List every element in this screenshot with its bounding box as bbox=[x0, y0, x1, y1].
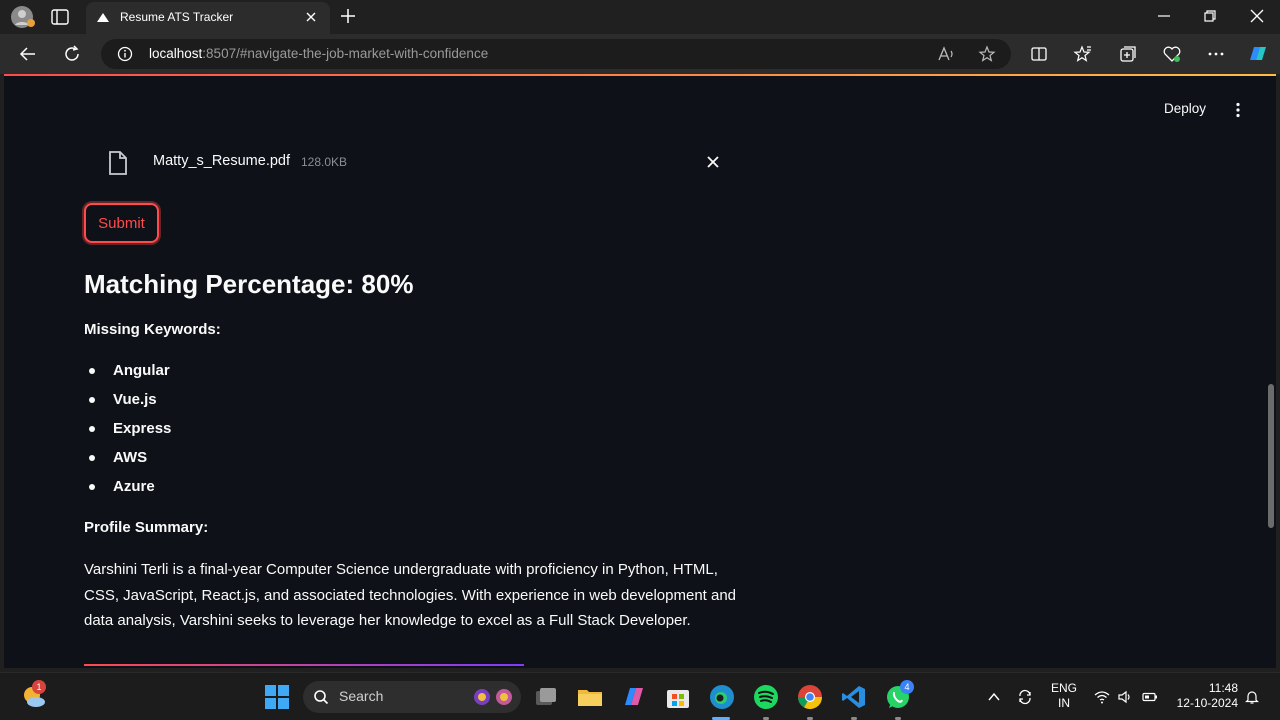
browser-essentials-icon[interactable] bbox=[1162, 44, 1182, 64]
microsoft-store-icon[interactable] bbox=[664, 683, 692, 711]
search-highlight-icon bbox=[474, 689, 512, 705]
profile-summary-label: Profile Summary: bbox=[84, 519, 209, 536]
taskbar-search[interactable]: Search bbox=[303, 681, 521, 713]
url-host: localhost bbox=[149, 46, 203, 61]
uploaded-file-size: 128.0KB bbox=[301, 155, 348, 169]
minimize-icon[interactable] bbox=[1156, 8, 1172, 24]
wifi-icon[interactable] bbox=[1094, 689, 1110, 705]
file-explorer-icon[interactable] bbox=[576, 683, 604, 711]
uploaded-file-name: Matty_s_Resume.pdf bbox=[153, 153, 291, 169]
favorites-icon[interactable] bbox=[1073, 44, 1093, 64]
clock[interactable]: 11:48 12-10-2024 bbox=[1170, 681, 1238, 711]
list-item: Vue.js bbox=[84, 388, 171, 417]
volume-icon[interactable] bbox=[1117, 689, 1133, 705]
missing-keywords-label: Missing Keywords: bbox=[84, 321, 221, 338]
browser-tab-active[interactable]: Resume ATS Tracker bbox=[86, 2, 330, 34]
site-info-icon[interactable] bbox=[117, 46, 133, 62]
browser-titlebar: Resume ATS Tracker bbox=[0, 0, 1280, 34]
language-secondary: IN bbox=[1058, 696, 1070, 710]
streamlit-favicon-icon bbox=[97, 13, 109, 22]
list-item: AWS bbox=[84, 446, 171, 475]
vscode-icon[interactable] bbox=[840, 683, 868, 711]
main-menu-icon[interactable] bbox=[1230, 102, 1246, 118]
remove-file-icon[interactable] bbox=[705, 154, 721, 170]
notification-bell-icon[interactable] bbox=[1244, 689, 1260, 705]
clock-date: 12-10-2024 bbox=[1176, 696, 1238, 710]
more-options-icon[interactable] bbox=[1206, 44, 1226, 64]
browser-navbar: localhost:8507/#navigate-the-job-market-… bbox=[0, 34, 1280, 74]
battery-icon[interactable] bbox=[1142, 689, 1158, 705]
copilot-icon[interactable] bbox=[1246, 42, 1270, 66]
windows-start-icon[interactable] bbox=[263, 683, 291, 711]
list-item: Express bbox=[84, 417, 171, 446]
clock-time: 11:48 bbox=[1208, 681, 1238, 695]
missing-keywords-list: Angular Vue.js Express AWS Azure bbox=[84, 359, 171, 504]
restore-icon[interactable] bbox=[1202, 8, 1218, 24]
windows-taskbar: 1 Search 4 ENG IN 11:48 12-10-2024 bbox=[0, 672, 1280, 720]
collections-icon[interactable] bbox=[1118, 44, 1138, 64]
read-aloud-icon[interactable] bbox=[937, 45, 955, 63]
chrome-icon[interactable] bbox=[796, 683, 824, 711]
split-screen-icon[interactable] bbox=[1029, 44, 1049, 64]
favorite-star-icon[interactable] bbox=[978, 45, 996, 63]
url-text[interactable]: localhost:8507/#navigate-the-job-market-… bbox=[149, 46, 488, 61]
sync-icon[interactable] bbox=[1017, 689, 1033, 705]
copilot-app-icon[interactable] bbox=[620, 683, 648, 711]
tab-actions-icon[interactable] bbox=[50, 7, 70, 27]
refresh-icon[interactable] bbox=[62, 44, 82, 64]
task-view-icon[interactable] bbox=[532, 683, 560, 711]
whatsapp-badge: 4 bbox=[900, 680, 914, 694]
address-bar[interactable]: localhost:8507/#navigate-the-job-market-… bbox=[101, 39, 1011, 69]
list-item: Angular bbox=[84, 359, 171, 388]
search-placeholder: Search bbox=[339, 688, 384, 704]
show-hidden-icons-icon[interactable] bbox=[986, 689, 1002, 705]
profile-summary-text: Varshini Terli is a final-year Computer … bbox=[84, 561, 737, 629]
weather-badge: 1 bbox=[32, 680, 46, 694]
spotify-icon[interactable] bbox=[752, 683, 780, 711]
file-icon bbox=[109, 151, 127, 175]
list-item: Azure bbox=[84, 475, 171, 504]
matching-percentage-heading: Matching Percentage: 80% bbox=[84, 269, 414, 299]
close-tab-icon[interactable] bbox=[304, 10, 318, 24]
url-path: :8507/#navigate-the-job-market-with-conf… bbox=[202, 46, 489, 61]
tab-title: Resume ATS Tracker bbox=[120, 10, 234, 24]
back-arrow-icon[interactable] bbox=[18, 44, 38, 64]
streamlit-app: Deploy Matty_s_Resume.pdf 128.0KB Submit… bbox=[4, 76, 1276, 668]
page-scrollbar[interactable] bbox=[1268, 384, 1274, 528]
profile-avatar-icon[interactable] bbox=[10, 5, 36, 29]
deploy-button[interactable]: Deploy bbox=[1164, 101, 1206, 116]
language-indicator[interactable]: ENG IN bbox=[1048, 681, 1080, 711]
submit-button[interactable]: Submit bbox=[84, 203, 159, 243]
close-window-icon[interactable] bbox=[1249, 8, 1265, 24]
language-primary: ENG bbox=[1050, 681, 1077, 695]
edge-browser-icon[interactable] bbox=[708, 683, 736, 711]
new-tab-icon[interactable] bbox=[340, 8, 356, 24]
section-divider bbox=[84, 664, 524, 666]
search-icon bbox=[314, 690, 329, 705]
